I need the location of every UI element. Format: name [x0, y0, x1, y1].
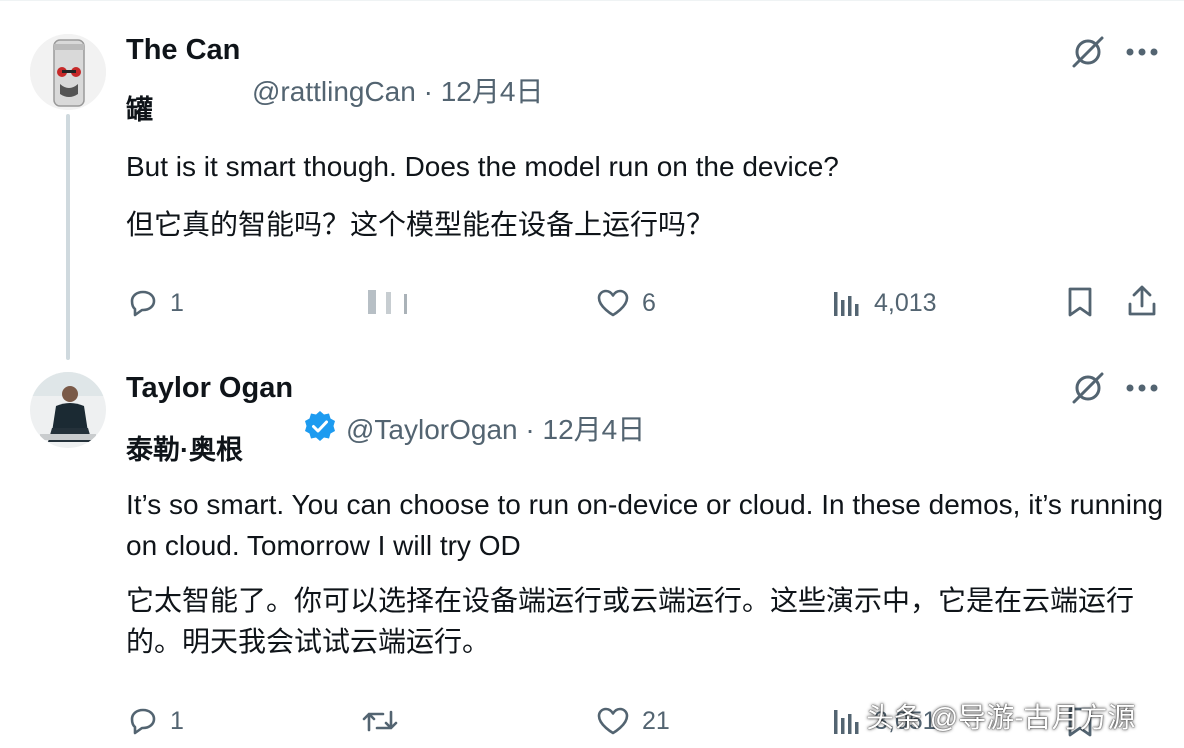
reply-button[interactable]: 1	[126, 284, 184, 322]
more-icon[interactable]	[1122, 32, 1162, 72]
separator-dot: ·	[423, 76, 433, 107]
views-button[interactable]: 4,013	[832, 284, 937, 322]
views-count: 4,013	[874, 288, 937, 317]
avatar-the-can[interactable]	[30, 34, 106, 110]
user-handle[interactable]: @rattlingCan	[252, 76, 416, 107]
top-divider	[0, 0, 1184, 1]
handle-date-row: @rattlingCan · 12月4日	[252, 70, 543, 110]
post-text-zh: 但它真的智能吗？这个模型能在设备上运行吗？	[126, 209, 715, 240]
display-name[interactable]: The Can	[126, 34, 240, 67]
separator-dot: ·	[525, 414, 535, 445]
reply-icon	[130, 708, 156, 735]
display-name-translated: 泰勒·奥根	[126, 435, 243, 465]
more-icon[interactable]	[1122, 368, 1162, 408]
like-count: 21	[642, 706, 670, 735]
like-icon	[597, 289, 629, 317]
handle-date-row: @TaylorOgan · 12月4日	[346, 408, 645, 448]
reply-count: 1	[170, 288, 184, 317]
verified-badge-icon	[302, 408, 338, 444]
avatar-taylor-ogan[interactable]	[30, 372, 106, 448]
repost-icon[interactable]	[364, 284, 418, 318]
reply-button[interactable]: 1	[126, 702, 184, 740]
grok-icon[interactable]	[1068, 368, 1108, 408]
post-text-en: It’s so smart. You can choose to run on-…	[126, 489, 1164, 561]
like-button[interactable]: 21	[596, 702, 670, 740]
display-name-translated: 罐	[126, 95, 153, 125]
like-button[interactable]: 6	[596, 284, 656, 322]
views-icon	[834, 710, 859, 734]
share-icon[interactable]	[1124, 282, 1160, 320]
repost-icon[interactable]	[360, 702, 400, 740]
thread-connector-line	[66, 114, 70, 360]
grok-icon[interactable]	[1068, 32, 1108, 72]
post-date[interactable]: 12月4日	[441, 76, 544, 107]
post-text-en: But is it smart though. Does the model r…	[126, 151, 839, 182]
display-name[interactable]: Taylor Ogan	[126, 372, 293, 405]
like-count: 6	[642, 288, 656, 317]
post-date[interactable]: 12月4日	[543, 414, 646, 445]
watermark-text: 头条 @导游-古月方源	[866, 702, 1136, 733]
user-handle[interactable]: @TaylorOgan	[346, 414, 518, 445]
views-icon	[834, 292, 859, 316]
post-text-zh: 它太智能了。你可以选择在设备端运行或云端运行。这些演示中，它是在云端运行的。明天…	[126, 585, 1135, 657]
bookmark-icon[interactable]	[1062, 284, 1098, 320]
like-icon	[597, 707, 629, 735]
reply-icon	[130, 290, 156, 317]
reply-count: 1	[170, 706, 184, 735]
